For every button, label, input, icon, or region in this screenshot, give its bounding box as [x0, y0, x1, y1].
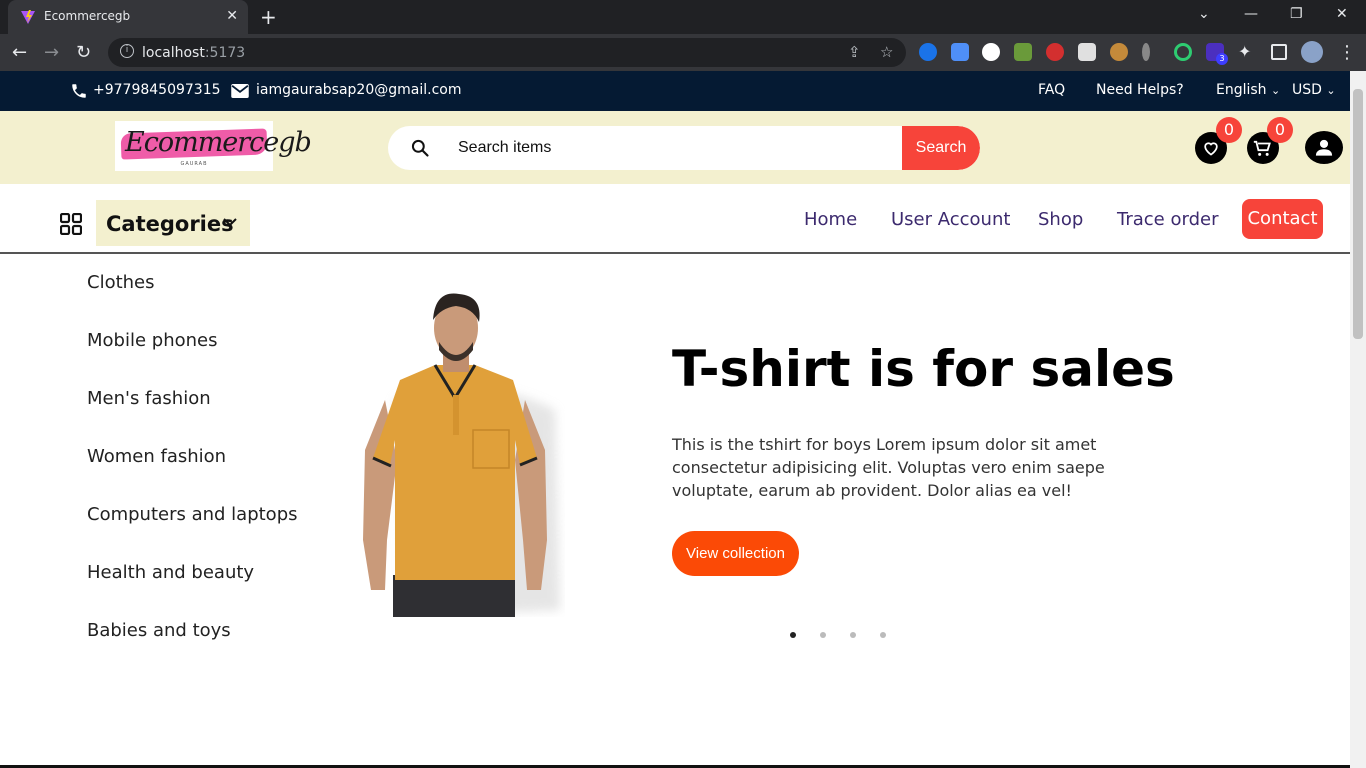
url-port: :5173 [204, 45, 246, 61]
vite-favicon-icon [21, 10, 35, 24]
contact-button[interactable]: Contact [1242, 199, 1323, 239]
search-input[interactable] [458, 126, 898, 170]
purple-extension-icon[interactable]: 3 [1206, 43, 1228, 65]
upload-extension-icon[interactable] [1078, 43, 1096, 61]
site-info-icon[interactable]: i [120, 44, 134, 58]
heart-icon [1204, 142, 1218, 156]
shazam-extension-icon[interactable] [919, 43, 937, 61]
category-item-computers-laptops[interactable]: Computers and laptops [87, 504, 298, 525]
page-scrollbar[interactable] [1350, 71, 1366, 768]
tab-close-icon[interactable]: ✕ [226, 8, 238, 24]
forward-icon[interactable]: → [44, 42, 59, 63]
email-address[interactable]: iamgaurabsap20@gmail.com [256, 82, 461, 98]
browser-tab[interactable]: Ecommercegb ✕ [8, 0, 248, 34]
reload-icon[interactable]: ↻ [76, 42, 91, 63]
record-extension-icon[interactable] [1174, 43, 1192, 61]
phone-icon [72, 84, 86, 98]
category-item-women-fashion[interactable]: Women fashion [87, 446, 226, 467]
url-host: localhost [142, 45, 205, 61]
categories-label: Categories [106, 212, 234, 236]
search-icon [411, 139, 429, 157]
adblock-extension-icon[interactable] [1046, 43, 1064, 61]
category-item-mens-fashion[interactable]: Men's fashion [87, 388, 211, 409]
extensions-puzzle-icon[interactable]: ✦ [1238, 42, 1251, 61]
close-window-icon[interactable]: ✕ [1336, 6, 1348, 22]
docs-extension-icon[interactable] [951, 43, 969, 61]
category-item-babies-toys[interactable]: Babies and toys [87, 620, 231, 641]
chevron-down-icon [223, 218, 237, 227]
language-select[interactable]: English ⌄ [1216, 82, 1280, 98]
cart-count-badge: 0 [1267, 117, 1293, 143]
search-bar: Search [388, 126, 980, 170]
category-item-health-beauty[interactable]: Health and beauty [87, 562, 254, 583]
logo-subtitle: GAURAB [180, 161, 208, 167]
tab-title: Ecommercegb [44, 9, 131, 23]
carousel-dot-4[interactable] [880, 632, 886, 638]
contact-topbar: +9779845097315 iamgaurabsap20@gmail.com … [0, 71, 1350, 111]
nav-shop-link[interactable]: Shop [1038, 209, 1083, 230]
site-header: Ecommercegb GAURAB Search 0 0 [0, 111, 1350, 184]
search-button[interactable]: Search [902, 126, 980, 170]
hero-product-image [363, 293, 560, 617]
view-collection-button[interactable]: View collection [672, 531, 799, 576]
profile-avatar[interactable] [1301, 41, 1323, 63]
colorzilla-extension-icon[interactable] [1014, 43, 1032, 61]
chevron-down-icon: ⌄ [1326, 84, 1336, 97]
need-help-link[interactable]: Need Helps? [1096, 82, 1184, 98]
share-icon[interactable]: ⇪ [848, 43, 861, 61]
hero-description: This is the tshirt for boys Lorem ipsum … [672, 435, 1105, 500]
carousel-dot-2[interactable] [820, 632, 826, 638]
main-navigation: Categories Home User Account Shop Trace … [0, 184, 1350, 254]
tab-search-chevron-icon[interactable]: ⌄ [1198, 6, 1210, 22]
grid-icon[interactable] [60, 213, 82, 235]
extension-badge: 3 [1216, 53, 1228, 65]
back-icon[interactable]: ← [12, 42, 27, 63]
cart-icon [1253, 140, 1271, 156]
nav-home-link[interactable]: Home [804, 209, 857, 230]
faq-link[interactable]: FAQ [1038, 82, 1065, 98]
chrome-menu-icon[interactable]: ⋮ [1338, 42, 1356, 63]
restore-icon[interactable]: ❐ [1290, 6, 1303, 22]
phone-number[interactable]: +9779845097315 [93, 82, 221, 98]
carousel-dot-1[interactable] [790, 632, 796, 638]
chevron-down-icon: ⌄ [1271, 84, 1281, 97]
user-account-button[interactable] [1305, 131, 1343, 164]
currency-select[interactable]: USD ⌄ [1292, 82, 1336, 98]
wishlist-count-badge: 0 [1216, 117, 1242, 143]
browser-toolbar: ← → ↻ i localhost:5173 ⇪ ☆ 3 ✦ ⋮ [0, 34, 1366, 71]
user-icon [1315, 139, 1333, 156]
cookie-extension-icon[interactable] [1110, 43, 1128, 61]
dropper-extension-icon[interactable] [1142, 43, 1150, 61]
json-extension-icon[interactable] [982, 43, 1000, 61]
bookmark-star-icon[interactable]: ☆ [880, 43, 893, 61]
nav-trace-order-link[interactable]: Trace order [1117, 209, 1218, 230]
scrollbar-thumb[interactable] [1353, 89, 1363, 339]
category-item-mobile-phones[interactable]: Mobile phones [87, 330, 217, 351]
currency-value: USD [1292, 82, 1322, 98]
hero-title: T-shirt is for sales [672, 340, 1175, 398]
language-value: English [1216, 82, 1267, 98]
minimize-icon[interactable]: — [1244, 6, 1258, 22]
address-bar[interactable]: i localhost:5173 ⇪ ☆ [108, 38, 906, 67]
url-text[interactable]: localhost:5173 [142, 45, 245, 61]
mail-icon [231, 84, 249, 98]
carousel-dot-3[interactable] [850, 632, 856, 638]
site-logo[interactable]: Ecommercegb GAURAB [115, 121, 312, 171]
categories-dropdown-button[interactable]: Categories [96, 200, 250, 246]
logo-text: Ecommercegb [125, 127, 312, 158]
side-panel-icon[interactable] [1271, 44, 1287, 60]
category-item-clothes[interactable]: Clothes [87, 272, 155, 293]
browser-tab-strip: Ecommercegb ✕ + ⌄ — ❐ ✕ [0, 0, 1366, 34]
new-tab-button[interactable]: + [260, 5, 277, 29]
nav-user-account-link[interactable]: User Account [891, 209, 1010, 230]
